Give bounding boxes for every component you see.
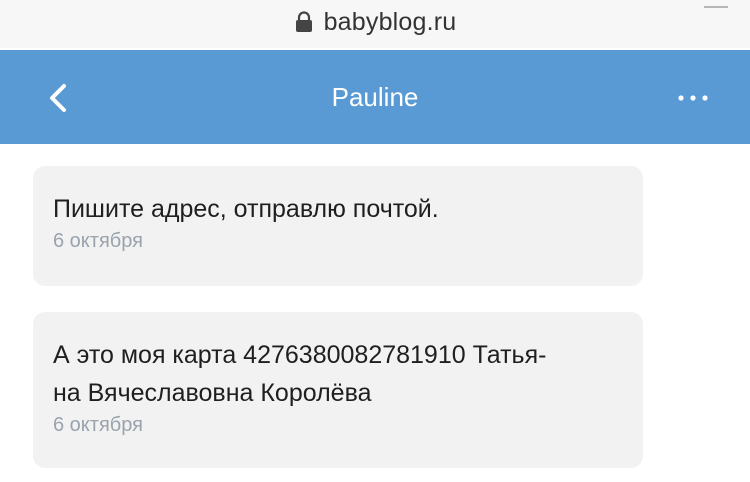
message-date: 6 октября (53, 414, 143, 436)
browser-url-bar[interactable]: babyblog.ru (0, 0, 750, 48)
message-text-line: на Вячеславовна Королёва (53, 379, 372, 407)
status-mark (704, 0, 728, 8)
lock-icon (294, 11, 314, 33)
message-bubble[interactable]: А это моя карта 4276380082781910 Татья-н… (33, 312, 643, 468)
chat-title: Pauline (331, 82, 419, 112)
url-display[interactable]: babyblog.ru (294, 8, 457, 37)
message-text-line: А это моя карта 4276380082781910 Татья- (53, 341, 547, 369)
message-text: А это моя карта 4276380082781910 Татья-н… (53, 336, 623, 412)
chat-header: Pauline (0, 50, 750, 144)
more-options-button[interactable] (676, 84, 712, 112)
more-dots-icon (676, 95, 712, 116)
message-text: Пишите адрес, отправлю почтой. (53, 195, 439, 223)
message-date: 6 октября (53, 230, 143, 252)
message-bubble[interactable]: Пишите адрес, отправлю почтой. 6 октября (33, 166, 643, 286)
url-text: babyblog.ru (323, 7, 457, 36)
